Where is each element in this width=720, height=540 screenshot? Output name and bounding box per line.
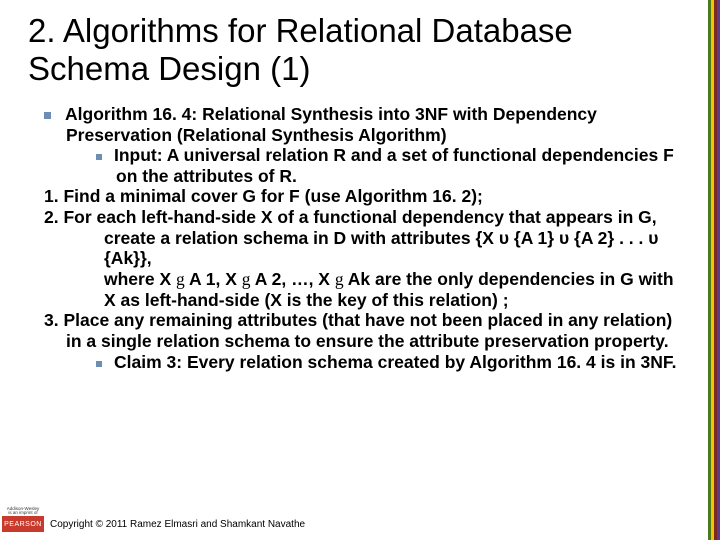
algo-step-2-a: 2. For each left-hand-side X of a functi… (44, 207, 680, 228)
copyright-text: Copyright © 2011 Ramez Elmasri and Shamk… (50, 519, 305, 532)
step2c-mid2: A 2, …, X (251, 269, 335, 289)
step2c-mid1: A 1, X (185, 269, 242, 289)
step2c-pre: where X (104, 269, 176, 289)
bullet-icon (44, 112, 51, 119)
edge-stripes (708, 0, 720, 540)
algo-step-1: 1. Find a minimal cover G for F (use Alg… (44, 186, 680, 207)
bullet-icon (96, 154, 102, 160)
arrow-icon: g (242, 269, 251, 289)
algo-input: Input: A universal relation R and a set … (96, 145, 680, 186)
pearson-logo: Addison-Wesley is an imprint of PEARSON (2, 507, 44, 532)
arrow-icon: g (335, 269, 344, 289)
bullet-icon (96, 361, 102, 367)
logo-brand: PEARSON (2, 516, 44, 532)
slide-body: Algorithm 16. 4: Relational Synthesis in… (0, 94, 720, 372)
algo-step-2-c: where X g A 1, X g A 2, …, X g Ak are th… (104, 269, 680, 310)
algo-heading-text: Algorithm 16. 4: Relational Synthesis in… (65, 104, 597, 145)
arrow-icon: g (176, 269, 185, 289)
algo-input-text: Input: A universal relation R and a set … (114, 145, 674, 186)
algo-step-3: 3. Place any remaining attributes (that … (44, 310, 680, 351)
footer: Addison-Wesley is an imprint of PEARSON … (0, 507, 305, 532)
slide-title: 2. Algorithms for Relational Database Sc… (0, 0, 720, 94)
algo-step-2-b: create a relation schema in D with attri… (104, 228, 680, 269)
algo-claim-text: Claim 3: Every relation schema created b… (114, 352, 676, 372)
algo-heading: Algorithm 16. 4: Relational Synthesis in… (44, 104, 680, 145)
slide: 2. Algorithms for Relational Database Sc… (0, 0, 720, 540)
algo-claim: Claim 3: Every relation schema created b… (96, 352, 680, 373)
